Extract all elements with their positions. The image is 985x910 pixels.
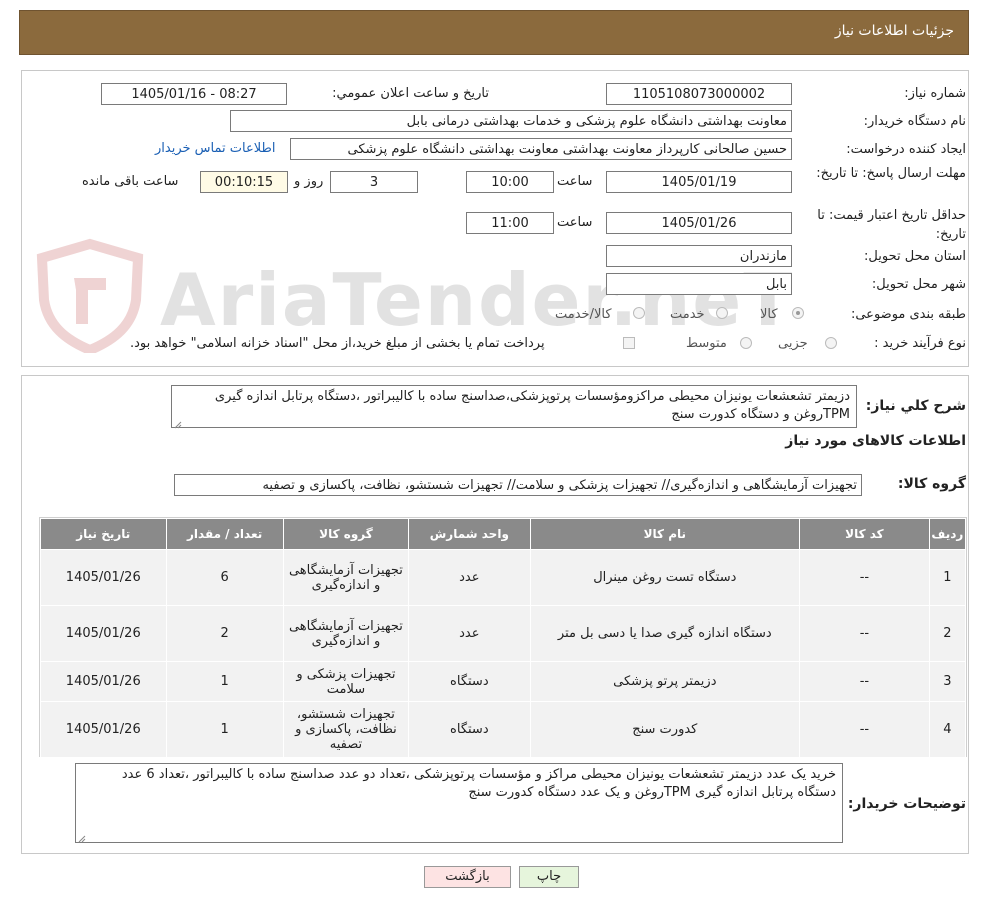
days-label: روز و — [294, 174, 324, 189]
cell-group: تجهیزات آزمایشگاهی و اندازه‌گیری — [282, 549, 410, 606]
cell-code: -- — [799, 661, 930, 702]
buyer-contact-link[interactable]: اطلاعات تماس خریدار — [155, 141, 275, 156]
cell-code: -- — [799, 605, 930, 662]
province-label: استان محل تحویل: — [864, 249, 966, 264]
buyer-notes-label: توضیحات خریدار: — [847, 796, 966, 812]
process-option-minor: جزیی — [778, 336, 808, 351]
cell-name: دزیمتر پرتو پزشکی — [529, 661, 801, 702]
col-header-index: ردیف — [928, 518, 967, 550]
category-radio-goods-service[interactable] — [633, 307, 645, 319]
cell-date: 1405/01/26 — [40, 701, 167, 758]
summary-label: شرح کلي نياز: — [865, 398, 966, 414]
watermark-text: AriaTender.neT — [160, 258, 795, 342]
buyer-field: معاونت بهداشتی دانشگاه علوم پزشکی و خدما… — [230, 110, 792, 132]
validity-label: حداقل تاریخ اعتبار قیمت: تا تاریخ: — [817, 208, 966, 242]
cell-unit: دستگاه — [408, 701, 531, 758]
creator-field: حسین صالحانی کارپرداز معاونت بهداشتی معا… — [290, 138, 792, 160]
col-header-group: گروه کالا — [282, 518, 410, 550]
table-row: 3 -- دزیمتر پرتو پزشکی دستگاه تجهیزات پز… — [40, 661, 967, 702]
cell-code: -- — [799, 549, 930, 606]
table-row: 4 -- کدورت سنج دستگاه تجهیزات شستشو، نظا… — [40, 701, 967, 758]
cell-group: تجهیزات آزمایشگاهی و اندازه‌گیری — [282, 605, 410, 662]
city-label: شهر محل تحویل: — [871, 277, 966, 292]
cell-index: 2 — [928, 605, 967, 662]
validity-time-field: 11:00 — [466, 212, 554, 234]
category-option-service: خدمت — [670, 307, 705, 322]
announce-field: 1405/01/16 - 08:27 — [101, 83, 287, 105]
cell-qty: 1 — [165, 701, 284, 758]
deadline-time-label: ساعت — [557, 174, 593, 189]
process-option-medium: متوسط — [686, 336, 727, 351]
cell-qty: 2 — [165, 605, 284, 662]
table-row: 2 -- دستگاه اندازه گیری صدا یا دسی بل مت… — [40, 605, 967, 662]
cell-qty: 1 — [165, 661, 284, 702]
process-radio-medium[interactable] — [740, 337, 752, 349]
cell-group: تجهیزات شستشو، نظافت، پاکسازی و تصفیه — [282, 701, 410, 758]
items-table: ردیف کد کالا نام کالا واحد شمارش گروه کا… — [40, 518, 967, 758]
validity-time-label: ساعت — [557, 215, 593, 230]
cell-unit: عدد — [408, 549, 531, 606]
back-button[interactable]: بازگشت — [424, 866, 511, 888]
validity-date-field: 1405/01/26 — [606, 212, 792, 234]
cell-qty: 6 — [165, 549, 284, 606]
cell-unit: عدد — [408, 605, 531, 662]
deadline-date-field: 1405/01/19 — [606, 171, 792, 193]
cell-name: دستگاه تست روغن مینرال — [529, 549, 801, 606]
cell-name: دستگاه اندازه گیری صدا یا دسی بل متر — [529, 605, 801, 662]
remaining-time-field: 00:10:15 — [200, 171, 288, 193]
category-option-goods: کالا — [760, 307, 778, 322]
category-option-goods-service: کالا/خدمت — [555, 307, 612, 322]
cell-index: 3 — [928, 661, 967, 702]
cell-code: -- — [799, 701, 930, 758]
creator-label: ایجاد کننده درخواست: — [846, 142, 966, 157]
goods-section-title: اطلاعات کالاهای مورد نیاز — [785, 433, 966, 449]
province-field: مازندران — [606, 245, 792, 267]
goods-group-field: تجهیزات آزمایشگاهی و اندازه‌گیری// تجهیز… — [174, 474, 862, 496]
cell-name: کدورت سنج — [529, 701, 801, 758]
deadline-time-field: 10:00 — [466, 171, 554, 193]
cell-date: 1405/01/26 — [40, 605, 167, 662]
resize-grip-icon — [174, 418, 182, 429]
col-header-name: نام کالا — [529, 518, 801, 550]
cell-date: 1405/01/26 — [40, 661, 167, 702]
col-header-qty: تعداد / مقدار — [165, 518, 284, 550]
process-radio-minor[interactable] — [825, 337, 837, 349]
table-header-row: ردیف کد کالا نام کالا واحد شمارش گروه کا… — [40, 518, 967, 550]
need-number-label: شماره نیاز: — [904, 86, 966, 101]
table-row: 1 -- دستگاه تست روغن مینرال عدد تجهیزات … — [40, 549, 967, 606]
announce-label: تاریخ و ساعت اعلان عمومي: — [332, 86, 489, 101]
col-header-date: تاریخ نیاز — [40, 518, 167, 550]
buyer-label: نام دستگاه خریدار: — [863, 114, 966, 129]
resize-grip-icon — [78, 832, 86, 843]
buyer-notes-textarea: خرید یک عدد دزیمتر تشعشعات یونیزان محیطی… — [75, 763, 843, 843]
category-radio-goods[interactable] — [792, 307, 804, 319]
goods-group-label: گروه کالا: — [897, 476, 966, 492]
category-radio-service[interactable] — [716, 307, 728, 319]
treasury-payment-checkbox[interactable] — [623, 337, 635, 349]
items-table-frame: ردیف کد کالا نام کالا واحد شمارش گروه کا… — [39, 517, 967, 758]
cell-unit: دستگاه — [408, 661, 531, 702]
page-title: جزئیات اطلاعات نیاز — [834, 23, 954, 39]
cell-group: تجهیزات پزشکی و سلامت — [282, 661, 410, 702]
print-button[interactable]: چاپ — [519, 866, 579, 888]
treasury-payment-text: پرداخت تمام یا بخشی از مبلغ خرید،از محل … — [130, 336, 545, 351]
need-number-field: 1105108073000002 — [606, 83, 792, 105]
cell-index: 1 — [928, 549, 967, 606]
city-field: بابل — [606, 273, 792, 295]
col-header-unit: واحد شمارش — [408, 518, 531, 550]
deadline-label: مهلت ارسال پاسخ: تا تاریخ: — [816, 166, 966, 181]
process-label: نوع فرآیند خرید : — [874, 336, 966, 351]
cell-index: 4 — [928, 701, 967, 758]
category-label: طبقه بندی موضوعی: — [850, 307, 966, 322]
days-field: 3 — [330, 171, 418, 193]
page-header: جزئیات اطلاعات نیاز — [19, 10, 969, 55]
remaining-label: ساعت باقی مانده — [82, 174, 179, 189]
cell-date: 1405/01/26 — [40, 549, 167, 606]
col-header-code: کد کالا — [799, 518, 930, 550]
summary-textarea: دزیمتر تشعشعات یونیزان محیطی مراکزومؤسسا… — [171, 385, 857, 428]
